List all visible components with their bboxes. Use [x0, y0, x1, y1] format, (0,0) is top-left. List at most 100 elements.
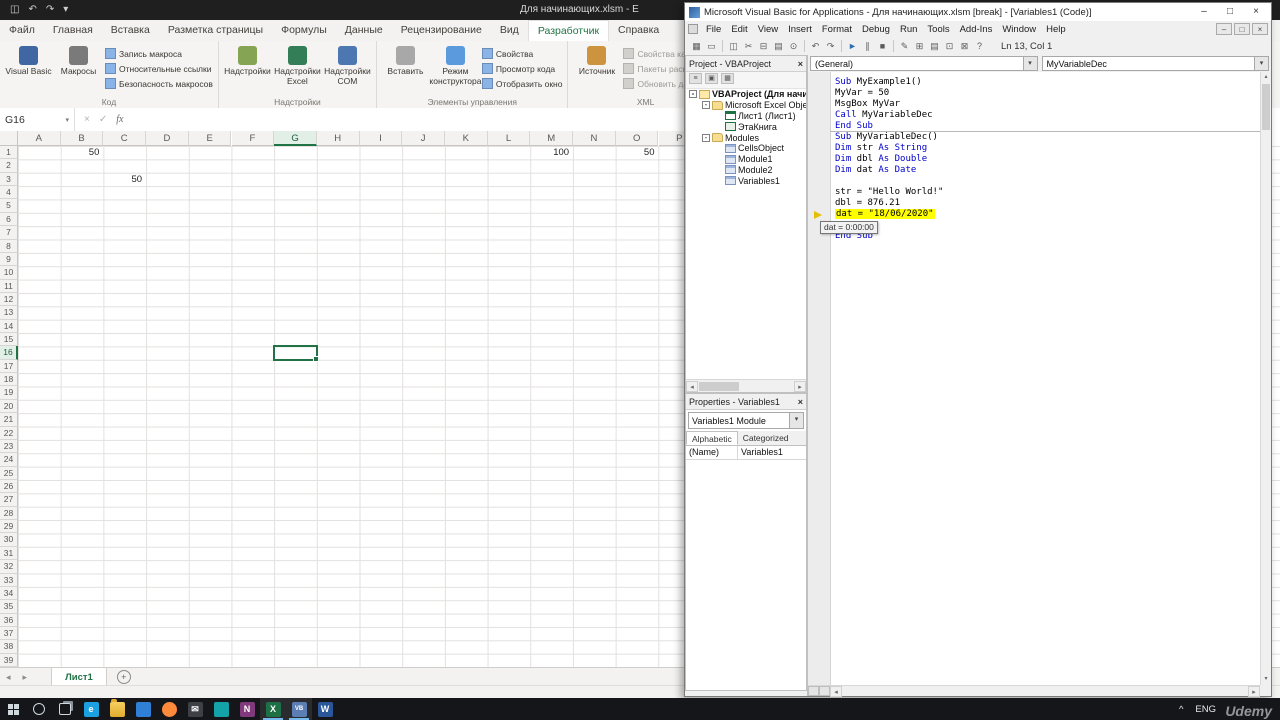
code-line-2[interactable]: MyVar = 50 [835, 88, 1260, 99]
cell-C3[interactable]: 50 [103, 173, 144, 186]
row-header-39[interactable]: 39 [0, 654, 18, 667]
toolbox-icon[interactable]: ⊠ [957, 39, 972, 53]
taskbar-app-word[interactable]: W [312, 698, 338, 720]
row-header-18[interactable]: 18 [0, 373, 18, 386]
row-header-16[interactable]: 16 [0, 346, 18, 359]
split-view-button[interactable] [808, 686, 819, 696]
run-icon[interactable]: ► [845, 39, 860, 53]
code-vscrollbar[interactable]: ▴ ▾ [1260, 72, 1271, 685]
ribbon-small-button-0-0[interactable]: Запись макроса [105, 48, 213, 59]
row-header-26[interactable]: 26 [0, 480, 18, 493]
tree-expand-icon[interactable]: - [702, 134, 710, 142]
code-line-14[interactable] [835, 220, 1260, 231]
row-header-36[interactable]: 36 [0, 614, 18, 627]
code-line-9[interactable]: Dim dat As Date [835, 165, 1260, 176]
scroll-right-icon[interactable]: ▸ [1248, 686, 1260, 697]
cell-M1[interactable]: 100 [530, 146, 571, 159]
object-browser-icon[interactable]: ⊡ [942, 39, 957, 53]
column-header-F[interactable]: F [232, 131, 275, 146]
code-editor[interactable]: Sub MyExample1()MyVar = 50MsgBox MyVarCa… [808, 72, 1260, 685]
ribbon-big-button-1-1[interactable]: Надстройки Excel [274, 43, 321, 87]
cut-icon[interactable]: ✂ [741, 39, 756, 53]
ribbon-tab-7[interactable]: Вид [491, 20, 528, 41]
menu-insert[interactable]: Insert [783, 24, 817, 35]
task-view-button[interactable] [52, 698, 78, 720]
scroll-right-icon[interactable]: ▸ [794, 381, 806, 392]
menu-run[interactable]: Run [895, 24, 922, 35]
cell-O1[interactable]: 50 [616, 146, 657, 159]
redo-icon[interactable]: ↷ [46, 0, 54, 20]
minimize-button[interactable]: – [1191, 3, 1217, 21]
scroll-left-icon[interactable]: ◂ [830, 686, 842, 697]
project-tree-item-8[interactable]: Variables1 [686, 175, 806, 186]
menu-window[interactable]: Window [997, 24, 1041, 35]
code-line-4[interactable]: Call MyVariableDec [835, 110, 1260, 121]
scrollbar-thumb[interactable] [1262, 84, 1270, 130]
chevron-down-icon[interactable]: ▾ [1254, 57, 1268, 70]
scroll-left-icon[interactable]: ◂ [686, 381, 698, 392]
row-header-24[interactable]: 24 [0, 453, 18, 466]
properties-tab-alphabetic[interactable]: Alphabetic [686, 431, 738, 445]
column-header-L[interactable]: L [488, 131, 531, 146]
code-line-12[interactable]: dbl = 876.21 [835, 198, 1260, 209]
row-header-30[interactable]: 30 [0, 533, 18, 546]
properties-tab-categorized[interactable]: Categorized [738, 431, 794, 445]
row-header-19[interactable]: 19 [0, 386, 18, 399]
row-header-1[interactable]: 1 [0, 146, 18, 159]
row-header-3[interactable]: 3 [0, 173, 18, 186]
row-header-9[interactable]: 9 [0, 253, 18, 266]
copy-icon[interactable]: ⊟ [756, 39, 771, 53]
menu-help[interactable]: Help [1041, 24, 1071, 35]
save-icon[interactable]: ◫ [726, 39, 741, 53]
select-all-corner[interactable] [0, 131, 18, 146]
column-header-G[interactable]: G [274, 131, 317, 146]
menu-tools[interactable]: Tools [922, 24, 954, 35]
ribbon-small-button-2-2[interactable]: Отобразить окно [482, 78, 563, 89]
row-header-14[interactable]: 14 [0, 320, 18, 333]
project-tree-item-6[interactable]: Module1 [686, 154, 806, 165]
row-header-10[interactable]: 10 [0, 266, 18, 279]
row-header-23[interactable]: 23 [0, 440, 18, 453]
column-header-K[interactable]: K [445, 131, 488, 146]
row-header-2[interactable]: 2 [0, 159, 18, 172]
sheet-nav-right-icon[interactable]: ▸ [17, 668, 34, 686]
project-explorer-icon[interactable]: ⊞ [912, 39, 927, 53]
project-tree-item-0[interactable]: -VBAProject (Для начин [686, 89, 806, 100]
row-header-33[interactable]: 33 [0, 574, 18, 587]
tree-expand-icon[interactable]: - [702, 101, 710, 109]
properties-close-icon[interactable]: × [798, 397, 803, 407]
column-header-B[interactable]: B [61, 131, 104, 146]
name-box[interactable]: G16 ▾ [0, 108, 75, 131]
row-header-4[interactable]: 4 [0, 186, 18, 199]
insert-function-icon[interactable]: fx [116, 114, 123, 125]
design-mode-icon[interactable]: ✎ [897, 39, 912, 53]
code-hscrollbar[interactable]: ◂ ▸ [808, 685, 1260, 696]
column-header-C[interactable]: C [103, 131, 146, 146]
project-tree-item-4[interactable]: -Modules [686, 132, 806, 143]
toggle-folders-icon[interactable]: ▦ [721, 73, 734, 84]
cell-B1[interactable]: 50 [61, 146, 102, 159]
column-header-E[interactable]: E [189, 131, 232, 146]
ribbon-big-button-2-0[interactable]: Вставить [382, 43, 429, 77]
scroll-up-icon[interactable]: ▴ [1261, 72, 1271, 83]
ribbon-tab-1[interactable]: Главная [44, 20, 102, 41]
code-line-6[interactable]: Sub MyVariableDec() [835, 132, 1260, 143]
tray-chevron-icon[interactable]: ^ [1179, 704, 1183, 715]
taskbar-app-firefox[interactable] [156, 698, 182, 720]
start-button[interactable] [0, 698, 26, 720]
row-header-34[interactable]: 34 [0, 587, 18, 600]
tree-expand-icon[interactable]: - [689, 90, 697, 98]
row-header-29[interactable]: 29 [0, 520, 18, 533]
project-tree-item-1[interactable]: -Microsoft Excel Objects [686, 100, 806, 111]
taskbar-app-edge[interactable]: e [78, 698, 104, 720]
project-tree-item-5[interactable]: CellsObject [686, 143, 806, 154]
row-header-25[interactable]: 25 [0, 467, 18, 480]
property-value[interactable]: Variables1 [738, 446, 806, 459]
ribbon-tab-9[interactable]: Справка [609, 20, 668, 41]
project-tree-item-3[interactable]: ЭтаКнига [686, 121, 806, 132]
search-button[interactable] [26, 698, 52, 720]
code-line-10[interactable] [835, 176, 1260, 187]
save-icon[interactable]: ◫ [10, 0, 19, 20]
row-header-32[interactable]: 32 [0, 560, 18, 573]
project-close-icon[interactable]: × [798, 59, 803, 69]
